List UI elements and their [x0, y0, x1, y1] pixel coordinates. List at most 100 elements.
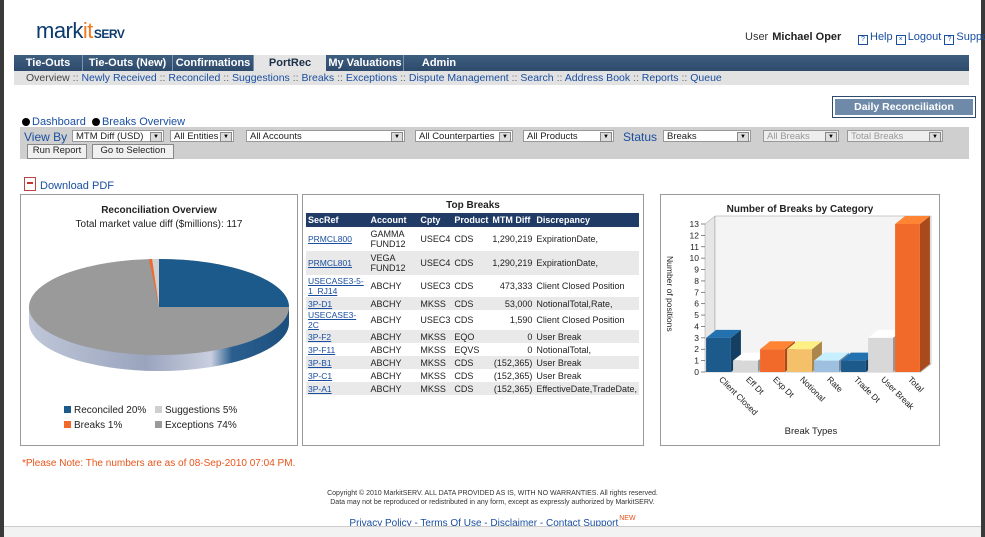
- subnav-reconciled[interactable]: Reconciled: [168, 72, 220, 84]
- subnav-address-book[interactable]: Address Book: [565, 72, 630, 84]
- discrepancy-cell: User Break: [536, 370, 582, 381]
- col-secref: SecRef: [306, 213, 369, 227]
- chevron-down-icon: ▼: [737, 132, 749, 142]
- bar-front: [895, 224, 920, 372]
- cpty-cell: MKSS: [418, 330, 453, 343]
- subnav-newly-received[interactable]: Newly Received: [81, 72, 156, 84]
- secref-link[interactable]: 3P-F2: [306, 330, 369, 343]
- logo-mark: mark: [36, 18, 83, 43]
- table-row: PRMCL801 VEGA FUND12 USEC4 CDS 1,290,219 Expi…: [306, 251, 639, 275]
- logout-link[interactable]: Logout: [908, 31, 942, 43]
- help-link[interactable]: Help: [870, 31, 893, 43]
- bar-front: [760, 349, 785, 372]
- cpty-cell: MKSS: [418, 297, 453, 310]
- secref-link[interactable]: 3P-F11: [306, 343, 369, 356]
- data-as-of-note: *Please Note: The numbers are as of 08-S…: [22, 458, 296, 469]
- secref-link[interactable]: 3P-D1: [306, 297, 369, 310]
- cpty-cell: MKSS: [418, 382, 453, 395]
- subnav-breaks[interactable]: Breaks: [301, 72, 334, 84]
- table-row: 3P-B1 ABCHY MKSS CDS (152,365) User Break: [306, 356, 639, 369]
- secref-link[interactable]: 3P-B1: [306, 356, 369, 369]
- subnav-queue[interactable]: Queue: [690, 72, 722, 84]
- breaks-select[interactable]: All Breaks ▼: [763, 130, 839, 142]
- new-badge: NEW: [619, 515, 636, 522]
- accounts-select[interactable]: All Accounts ▼: [246, 130, 405, 142]
- status-select[interactable]: Breaks ▼: [663, 130, 751, 142]
- bar-front: [787, 349, 812, 372]
- product-cell: CDS: [452, 382, 491, 395]
- go-to-selection-button[interactable]: Go to Selection: [92, 144, 174, 159]
- bar-front: [706, 337, 731, 372]
- status-value: Breaks: [667, 131, 697, 142]
- sub-navigation: Overview :: Newly Received :: Reconciled…: [14, 71, 969, 85]
- subnav-dispute-management[interactable]: Dispute Management: [409, 72, 509, 84]
- discrepancy-cell: NotionalTotal,Rate,: [534, 297, 639, 310]
- table-row: 3P-C1 ABCHY MKSS CDS (152,365) User Break: [306, 369, 639, 382]
- tab-my-valuations[interactable]: My Valuations: [327, 55, 404, 71]
- support-link[interactable]: Support: [956, 31, 985, 43]
- y-tick-label: 4: [694, 321, 699, 331]
- subnav-overview[interactable]: Overview: [26, 72, 70, 84]
- secref-link[interactable]: PRMCL801: [306, 251, 369, 275]
- table-row: 3P-F11 ABCHY MKSS EQVS 0 NotionalTotal,: [306, 343, 639, 356]
- y-tick-label: 13: [690, 219, 700, 229]
- user-info: User Michael Oper: [745, 31, 841, 43]
- subnav-suggestions[interactable]: Suggestions: [232, 72, 290, 84]
- col-product: Product: [452, 213, 491, 227]
- mtm-diff-cell: 473,333: [499, 281, 533, 291]
- secref-link[interactable]: USECASE3-5-1_RJ14: [306, 275, 369, 297]
- tab-tie-outs-new[interactable]: Tie-Outs (New): [83, 55, 173, 71]
- download-pdf-label: Download PDF: [40, 180, 114, 192]
- y-tick-label: 5: [694, 310, 699, 320]
- legend-label: Suggestions 5%: [165, 405, 238, 416]
- total-breaks-select[interactable]: Total Breaks ▼: [847, 130, 943, 142]
- account-cell: ABCHY: [370, 315, 402, 325]
- col-mtm-diff: MTM Diff: [490, 213, 535, 227]
- horizontal-scrollbar[interactable]: [4, 526, 981, 537]
- secref-link[interactable]: 3P-A1: [306, 382, 369, 395]
- download-pdf-link[interactable]: Download PDF: [24, 177, 114, 192]
- tab-admin[interactable]: Admin: [404, 55, 474, 71]
- pdf-icon: [24, 177, 36, 191]
- view-by-value: MTM Diff (USD): [76, 131, 144, 142]
- breaks-bar-chart: 012345678910111213 Client ClosedEff Dt Ex…: [665, 215, 932, 437]
- entities-select[interactable]: All Entities ▼: [170, 130, 234, 142]
- markitserv-logo[interactable]: markitSERV: [36, 18, 125, 44]
- x-tick-labels: Client ClosedEff Dt Exp Dt NotionalRate Tra…: [717, 374, 926, 417]
- secref-link[interactable]: 3P-C1: [306, 369, 369, 382]
- run-report-button[interactable]: Run Report: [27, 144, 87, 159]
- top-breaks-table: SecRef Account Cpty Product MTM Diff Dis…: [306, 213, 639, 395]
- mtm-diff-cell: 0: [527, 344, 533, 355]
- y-tick-label: 2: [694, 344, 699, 354]
- tab-portrec[interactable]: PortRec: [254, 55, 326, 71]
- y-tick-label: 7: [694, 287, 699, 297]
- chevron-down-icon: ▼: [220, 132, 232, 142]
- top-breaks-title: Top Breaks: [446, 200, 500, 211]
- daily-reconciliation-switch[interactable]: Daily Reconciliation [Switch]: [832, 96, 976, 129]
- y-tick-label: 9: [694, 265, 699, 275]
- secref-link[interactable]: PRMCL800: [306, 227, 369, 251]
- mtm-diff-cell: (152,365): [490, 382, 535, 395]
- chevron-down-icon: ▼: [499, 132, 511, 142]
- y-axis-label: Number of positions: [665, 256, 675, 332]
- tab-tie-outs[interactable]: Tie-Outs: [14, 55, 83, 71]
- tab-confirmations[interactable]: Confirmations: [173, 55, 254, 71]
- discrepancy-cell: Client Closed Position: [536, 315, 625, 325]
- counterparties-value: All Counterparties: [419, 131, 495, 142]
- y-tick-label: 12: [690, 230, 700, 240]
- cpty-cell: USEC4: [418, 251, 453, 275]
- subnav-exceptions[interactable]: Exceptions: [346, 72, 397, 84]
- view-by-select[interactable]: MTM Diff (USD) ▼: [72, 130, 164, 142]
- bar-front: [814, 360, 839, 372]
- chevron-down-icon: ▼: [825, 132, 837, 142]
- legend-swatch: [155, 421, 162, 428]
- bar-side: [919, 216, 930, 372]
- secref-link[interactable]: USECASE3-2C: [306, 310, 369, 330]
- counterparties-select[interactable]: All Counterparties ▼: [415, 130, 513, 142]
- legend-reconciled: Reconciled 20%: [64, 405, 146, 416]
- subnav-search[interactable]: Search: [520, 72, 553, 84]
- products-select[interactable]: All Products ▼: [523, 130, 614, 142]
- pie-slice-reconciled: [159, 259, 289, 307]
- subnav-reports[interactable]: Reports: [642, 72, 679, 84]
- support-icon: ?: [944, 35, 955, 45]
